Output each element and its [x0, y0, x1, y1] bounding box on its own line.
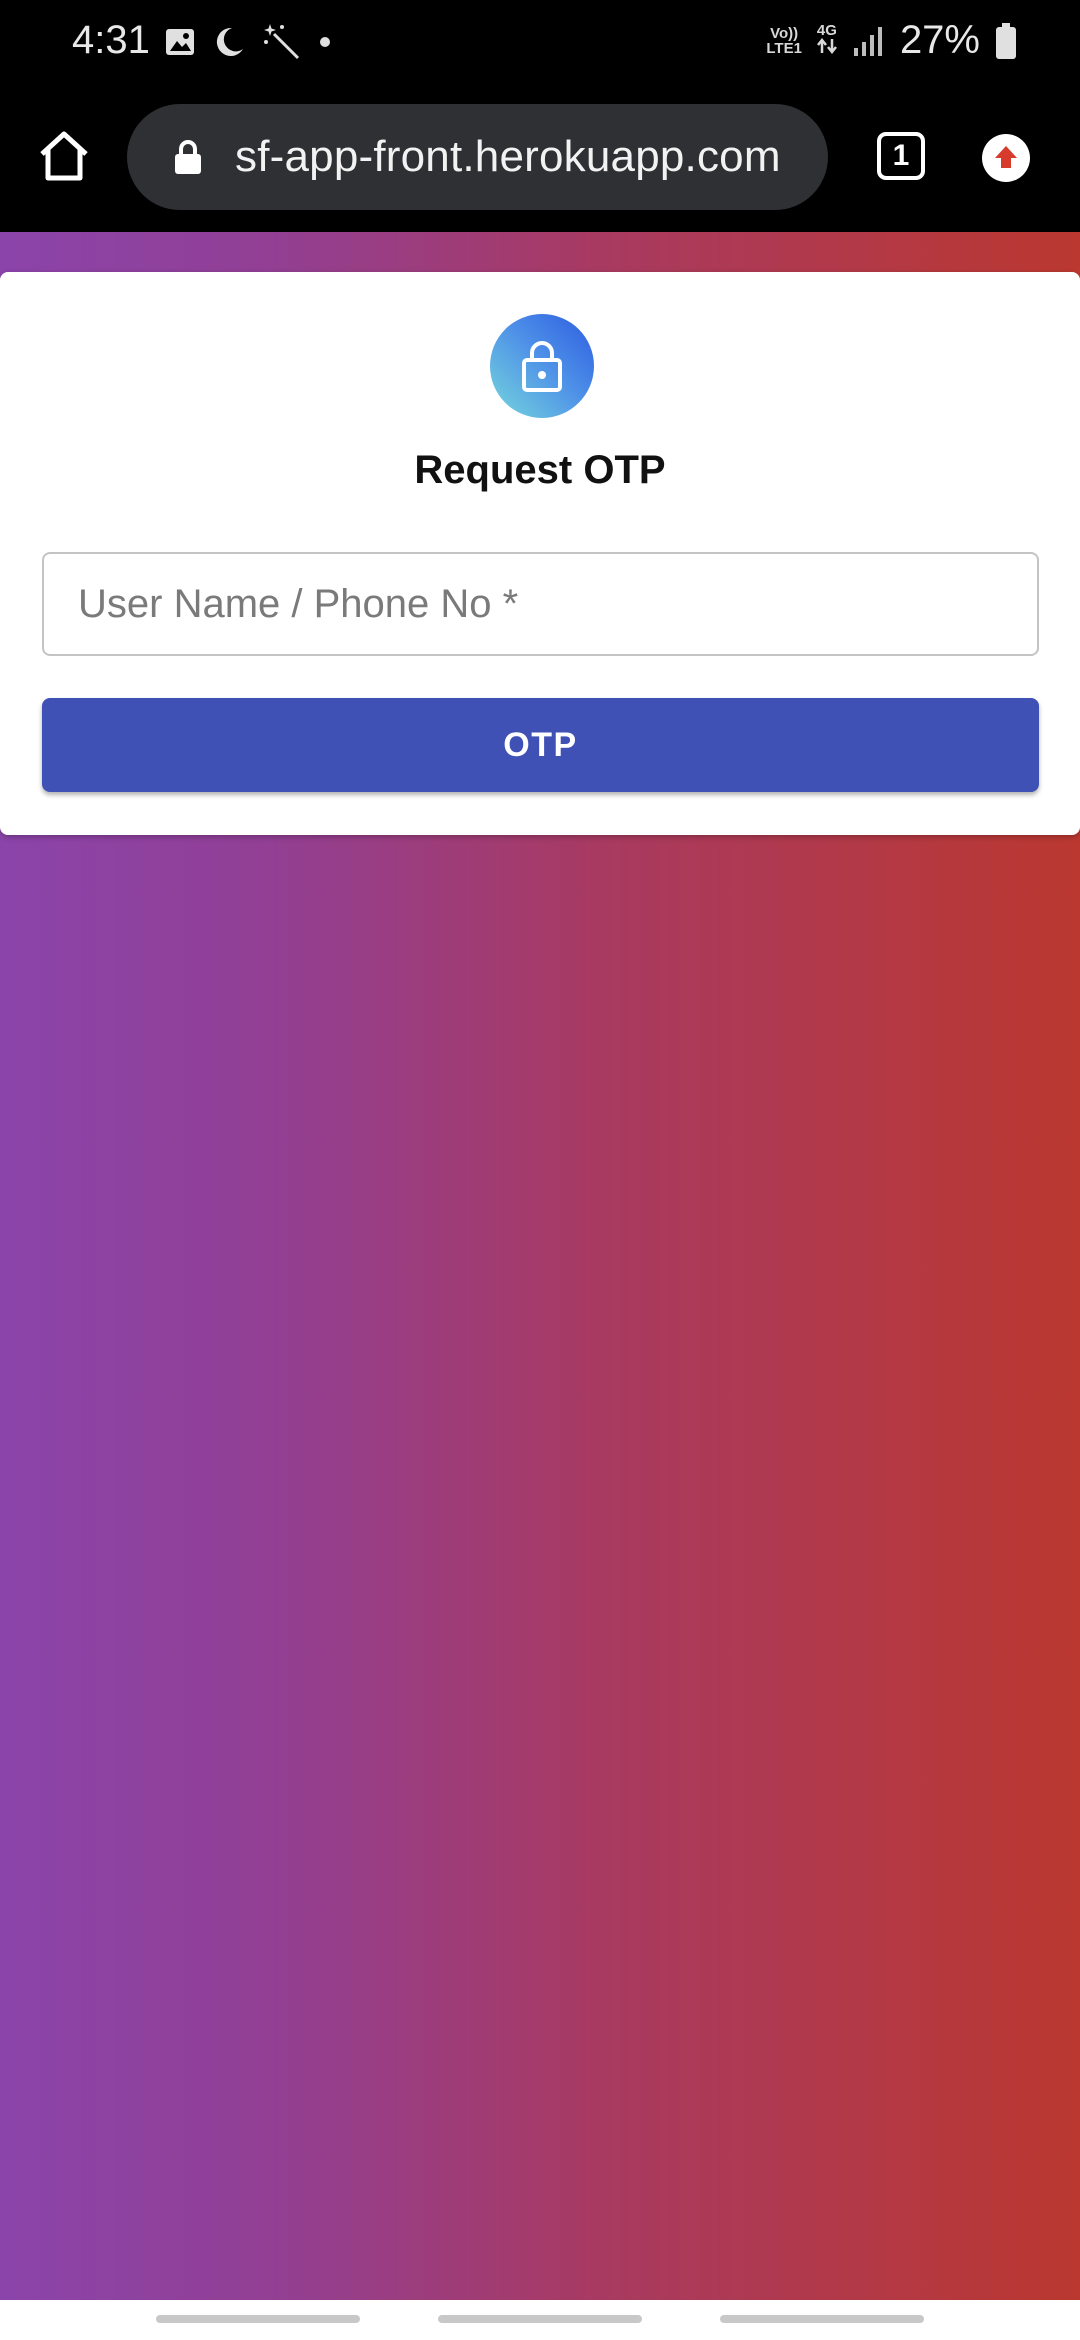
nav-back-button[interactable] — [720, 2315, 924, 2323]
url-text[interactable]: sf-app-front.herokuapp.com — [235, 132, 815, 182]
update-arrow-icon — [995, 146, 1017, 168]
home-icon[interactable] — [34, 126, 94, 186]
nav-recents-button[interactable] — [156, 2315, 360, 2323]
system-navigation-bar — [0, 2300, 1080, 2340]
status-notification-icons — [164, 22, 332, 62]
secure-lock-icon — [175, 140, 201, 174]
status-system-icons: Vo)) LTE1 4G 27% — [766, 18, 1018, 63]
browser-toolbar: sf-app-front.herokuapp.com 1 — [0, 82, 1080, 232]
data-network-indicator: 4G — [816, 23, 838, 59]
battery-percentage: 27% — [899, 18, 980, 62]
data-arrows-icon — [816, 37, 837, 54]
gallery-icon — [166, 29, 194, 55]
update-chrome-button[interactable] — [982, 134, 1030, 182]
page-background: Request OTP OTP — [0, 232, 1080, 2300]
status-time: 4:31 — [72, 18, 150, 62]
do-not-disturb-moon-icon — [216, 27, 243, 56]
signal-strength-icon — [853, 26, 882, 56]
lock-avatar — [490, 314, 594, 418]
volte-indicator: Vo)) LTE1 — [766, 24, 802, 57]
address-bar[interactable]: sf-app-front.herokuapp.com — [127, 104, 828, 210]
more-notifications-dot-icon — [320, 37, 330, 47]
lock-icon — [522, 341, 562, 392]
status-bar: 4:31 Vo)) LTE1 4G 27% — [0, 0, 1080, 82]
battery-icon — [996, 22, 1016, 59]
nav-home-button[interactable] — [438, 2315, 642, 2323]
tab-switcher-button[interactable]: 1 — [877, 132, 925, 180]
page-title: Request OTP — [414, 448, 666, 492]
username-phone-input[interactable] — [42, 552, 1039, 656]
otp-button[interactable]: OTP — [42, 698, 1039, 792]
magic-wand-icon — [264, 24, 300, 60]
request-otp-card: Request OTP OTP — [0, 272, 1080, 835]
